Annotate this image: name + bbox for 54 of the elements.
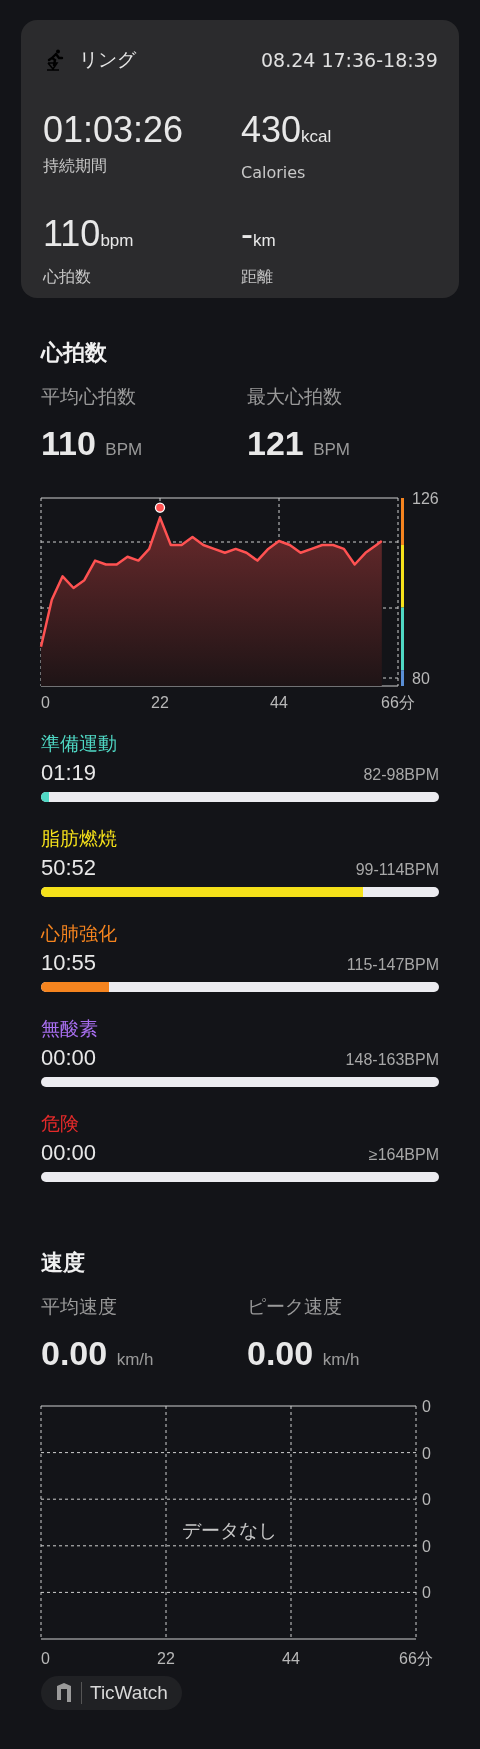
zone-name: 無酸素 (41, 1016, 99, 1041)
stat-label: 持続期間 (43, 156, 108, 177)
x-axis-label: 44 (282, 1650, 300, 1667)
zone-time: 00:00 (41, 1045, 97, 1071)
zone-name: 危険 (41, 1111, 80, 1136)
section-title: 心拍数 (41, 339, 108, 367)
stat-value: -km (241, 214, 277, 256)
x-axis-label: 0 (41, 694, 50, 711)
stat-value: 01:03:26 (43, 110, 185, 150)
zone-time: 50:52 (41, 855, 97, 881)
stat-label: Calories (241, 163, 307, 182)
stat-value: 430kcal (241, 110, 333, 152)
stat-label: 距離 (241, 267, 274, 288)
y-axis-label: 80 (412, 670, 430, 687)
metric-value: 0.00 km/h (247, 1334, 361, 1373)
x-axis-label: 66分 (381, 694, 415, 711)
zone-time: 01:19 (41, 760, 97, 786)
metric-value: 0.00 km/h (41, 1334, 155, 1373)
metric-label: 平均速度 (41, 1294, 118, 1319)
y-axis-label: 0 (422, 1444, 431, 1462)
zone-range: 82-98BPM (363, 766, 439, 784)
zone-range: 115-147BPM (346, 956, 439, 974)
zone-range: ≥164BPM (368, 1146, 439, 1164)
zone-name: 脂肪燃焼 (41, 826, 118, 851)
zone-range: 148-163BPM (345, 1051, 439, 1069)
metric-label: 平均心拍数 (41, 384, 137, 409)
metric-label: 最大心拍数 (247, 384, 343, 409)
device-name: TicWatch (90, 1682, 168, 1704)
stat-label: 心拍数 (43, 267, 92, 288)
peak-marker (154, 502, 166, 513)
no-data-text: データなし (181, 1519, 277, 1541)
zone-name: 心肺強化 (41, 921, 118, 946)
zone-name: 準備運動 (41, 731, 118, 756)
workout-title: リング (79, 47, 137, 72)
x-axis-label: 22 (151, 694, 169, 711)
x-axis-label: 44 (270, 694, 288, 711)
y-axis-label: 0 (422, 1491, 431, 1509)
time-range: 08.24 17:36-18:39 (261, 49, 438, 71)
y-axis-label: 126 (412, 490, 439, 507)
x-axis-label: 22 (157, 1650, 175, 1667)
section-title: 速度 (41, 1249, 86, 1277)
watch-logo-icon (55, 1682, 73, 1704)
zone-time: 10:55 (41, 950, 97, 976)
y-axis-label: 0 (422, 1537, 431, 1555)
y-axis-label: 0 (422, 1584, 431, 1602)
zone-range: 99-114BPM (355, 861, 439, 879)
metric-value: 110 BPM (41, 424, 144, 463)
zone-time: 00:00 (41, 1140, 97, 1166)
x-axis-label: 0 (41, 1650, 50, 1667)
stat-value: 110bpm (43, 214, 135, 256)
x-axis-label: 66分 (399, 1650, 433, 1667)
metric-value: 121 BPM (247, 424, 352, 463)
y-axis-label: 0 (422, 1398, 431, 1415)
metric-label: ピーク速度 (247, 1294, 343, 1319)
